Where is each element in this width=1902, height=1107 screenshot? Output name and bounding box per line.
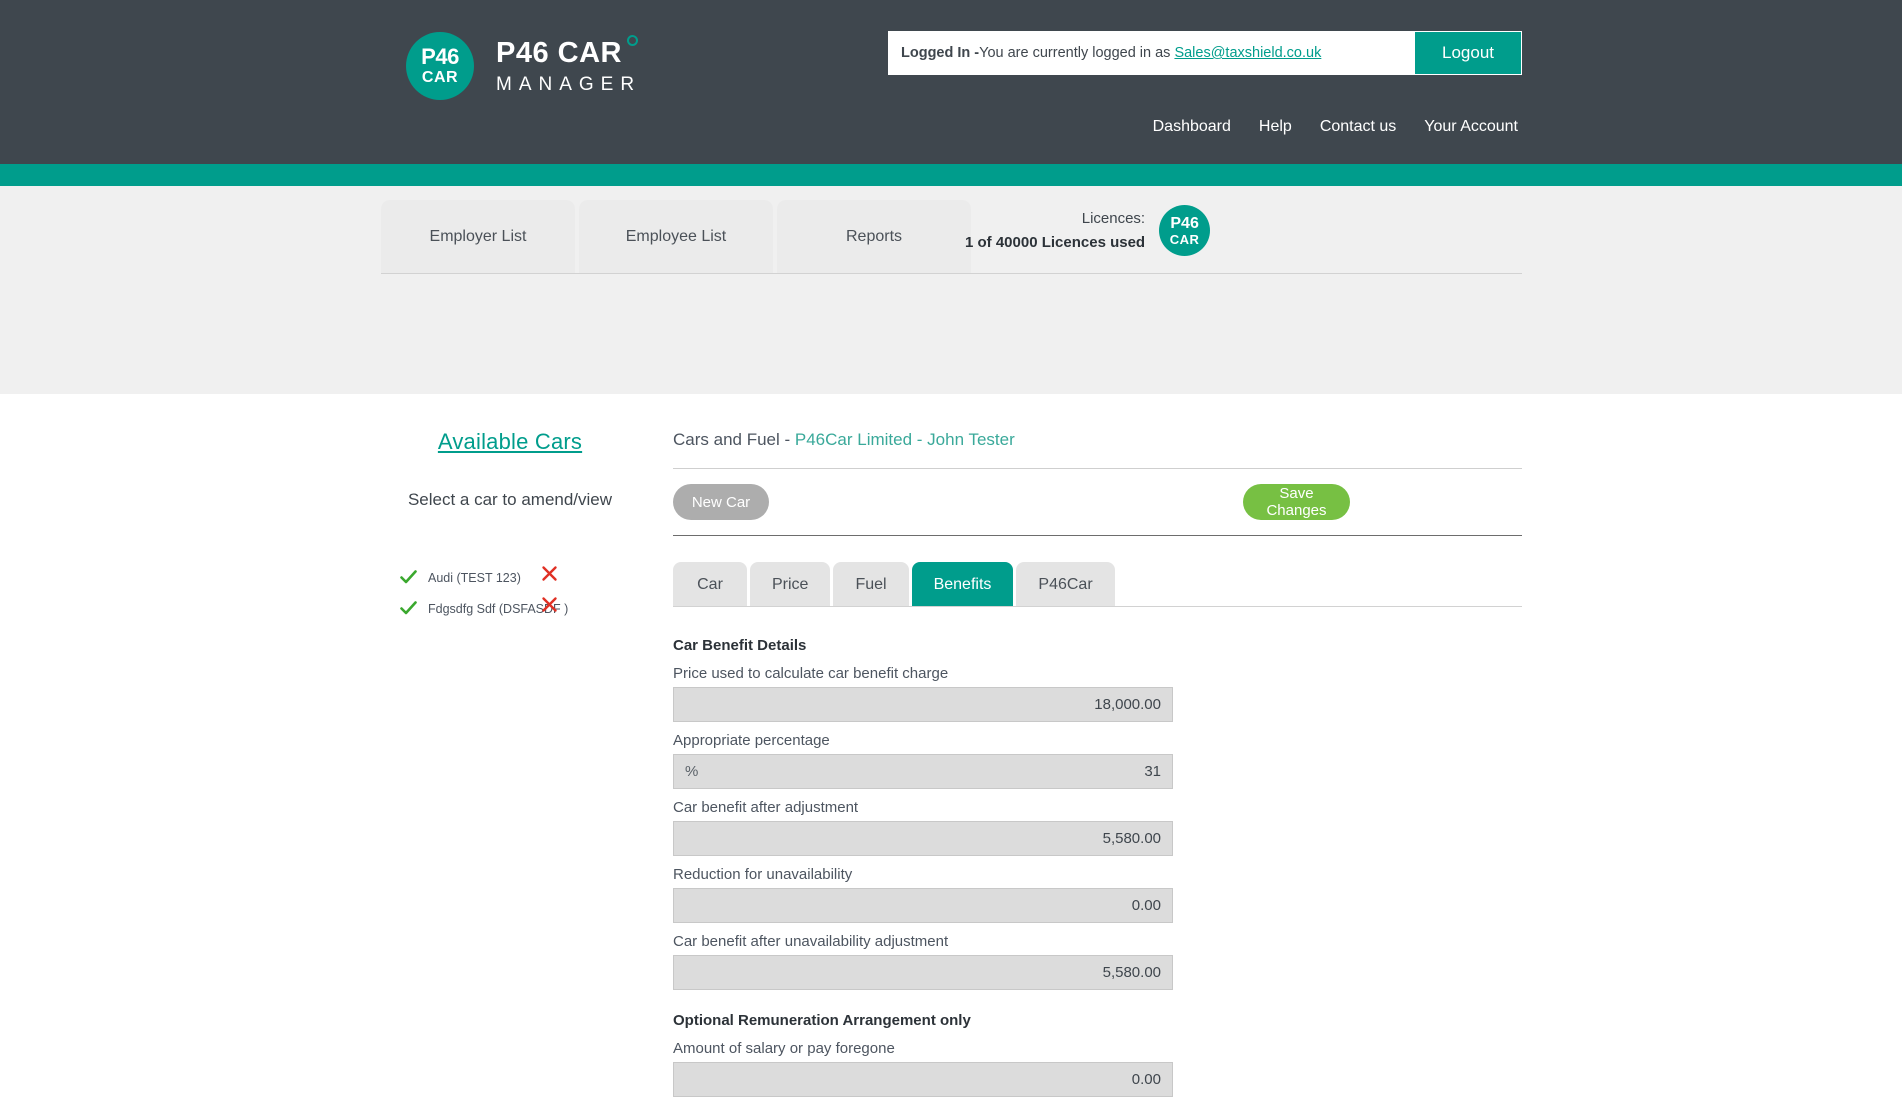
- field-value: 18,000.00: [1094, 696, 1161, 713]
- licences-badge-icon: P46 CAR: [1159, 205, 1211, 256]
- field-price-used[interactable]: 18,000.00: [673, 687, 1173, 722]
- licences-text: Licences: 1 of 40000 Licences used: [965, 207, 1145, 254]
- tab-row-underline: [673, 606, 1522, 607]
- action-button-row: New Car Save Changes: [673, 469, 1522, 535]
- secondary-nav-band: Employer List Employee List Reports Lice…: [0, 186, 1902, 512]
- tab-employee-list[interactable]: Employee List: [579, 200, 773, 273]
- breadcrumb-accent: P46Car Limited - John Tester: [794, 430, 1015, 449]
- check-icon: [400, 570, 417, 584]
- field-label-appropriate-percentage: Appropriate percentage: [673, 732, 830, 749]
- list-item[interactable]: Audi (TEST 123): [360, 562, 660, 593]
- brand-logo[interactable]: P46 CAR P46 CAR MANAGER: [406, 32, 641, 100]
- save-changes-button[interactable]: Save Changes: [1243, 484, 1350, 520]
- car-benefit-form: Car Benefit Details Price used to calcul…: [673, 607, 1522, 1097]
- nav-item-help[interactable]: Help: [1259, 118, 1292, 136]
- top-navigation: Dashboard Help Contact us Your Account: [1153, 118, 1518, 136]
- login-status-bar: Logged In - You are currently logged in …: [888, 31, 1522, 75]
- tab-price[interactable]: Price: [750, 562, 831, 607]
- login-status-label: Logged In -: [901, 45, 980, 61]
- tab-car[interactable]: Car: [673, 562, 747, 607]
- field-label-car-benefit-after-adjustment: Car benefit after adjustment: [673, 799, 859, 816]
- licences-used: 1 of 40000 Licences used: [965, 233, 1146, 251]
- field-label-car-benefit-after-unavailability: Car benefit after unavailability adjustm…: [673, 933, 949, 950]
- field-label-price-used: Price used to calculate car benefit char…: [673, 665, 949, 682]
- nav-item-dashboard[interactable]: Dashboard: [1153, 118, 1231, 136]
- delete-icon[interactable]: [541, 596, 558, 613]
- tab-benefits[interactable]: Benefits: [911, 562, 1014, 607]
- section-title-car-benefit-details: Car Benefit Details: [673, 637, 807, 654]
- nav-item-your-account[interactable]: Your Account: [1424, 118, 1518, 136]
- delete-icon[interactable]: [541, 565, 558, 582]
- available-cars-subtitle: Select a car to amend/view: [407, 490, 613, 509]
- field-car-benefit-after-adjustment[interactable]: 5,580.00: [673, 821, 1173, 856]
- field-value: 5,580.00: [1102, 964, 1161, 981]
- field-label-salary-foregone: Amount of salary or pay foregone: [673, 1040, 895, 1057]
- logo-mark-line1: P46: [421, 44, 459, 69]
- logo-mark-line2: CAR: [421, 69, 459, 86]
- field-reduction-for-unavailability[interactable]: 0.00: [673, 888, 1173, 923]
- tab-p46car[interactable]: P46Car: [1016, 562, 1115, 607]
- available-cars-sidebar: Available Cars Select a car to amend/vie…: [360, 429, 660, 624]
- car-list: Audi (TEST 123) Fdgsdfg Sdf (DSFASDF ): [360, 562, 660, 624]
- site-header: P46 CAR P46 CAR MANAGER Logged In - You …: [0, 0, 1902, 164]
- nav-item-contact-us[interactable]: Contact us: [1320, 118, 1396, 136]
- login-status-message: Logged In - You are currently logged in …: [889, 32, 1415, 74]
- new-car-button[interactable]: New Car: [673, 484, 769, 520]
- field-value: 31: [1144, 763, 1161, 780]
- field-appropriate-percentage[interactable]: % 31: [673, 754, 1173, 789]
- breadcrumb: Cars and Fuel - P46Car Limited - John Te…: [673, 394, 1522, 450]
- tab-fuel[interactable]: Fuel: [833, 562, 909, 607]
- car-name[interactable]: Audi (TEST 123): [428, 571, 521, 585]
- field-prefix-percent: %: [685, 763, 699, 780]
- content-divider-bottom: [673, 535, 1522, 536]
- primary-tab-row: Employer List Employee List Reports: [381, 200, 975, 273]
- accent-divider-bar: [0, 164, 1902, 186]
- field-value: 0.00: [1131, 897, 1161, 914]
- licences-title: Licences:: [1081, 210, 1146, 228]
- main-content-area: Available Cars Select a car to amend/vie…: [0, 394, 1902, 1097]
- licences-summary: Licences: 1 of 40000 Licences used P46 C…: [965, 205, 1211, 256]
- brand-wordmark: P46 CAR MANAGER: [496, 34, 642, 95]
- benefit-tab-row: Car Price Fuel Benefits P46Car: [673, 562, 1522, 607]
- list-item[interactable]: Fdgsdfg Sdf (DSFASDF ): [360, 593, 660, 624]
- logout-button[interactable]: Logout: [1415, 32, 1521, 74]
- degree-circle-icon: [627, 34, 638, 46]
- section-title-optional-remuneration: Optional Remuneration Arrangement only: [673, 1012, 971, 1029]
- login-status-text: You are currently logged in as: [979, 45, 1171, 61]
- licences-badge-line2: CAR: [1169, 231, 1200, 247]
- field-label-reduction-for-unavailability: Reduction for unavailability: [673, 866, 853, 883]
- tab-reports[interactable]: Reports: [777, 200, 971, 273]
- band-divider: [381, 273, 1522, 274]
- p46car-logo-icon: P46 CAR: [406, 32, 474, 100]
- cars-and-fuel-panel: Cars and Fuel - P46Car Limited - John Te…: [673, 394, 1522, 1107]
- field-car-benefit-after-unavailability[interactable]: 5,580.00: [673, 955, 1173, 990]
- field-value: 5,580.00: [1102, 830, 1161, 847]
- tab-employer-list[interactable]: Employer List: [381, 200, 575, 273]
- breadcrumb-main: Cars and Fuel -: [673, 430, 795, 449]
- logged-in-email[interactable]: Sales@taxshield.co.uk: [1174, 45, 1321, 61]
- check-icon: [400, 601, 417, 615]
- licences-badge-line1: P46: [1170, 214, 1199, 232]
- brand-wordmark-bottom: MANAGER: [496, 73, 642, 95]
- available-cars-title[interactable]: Available Cars: [360, 429, 660, 455]
- brand-wordmark-top: P46 CAR: [496, 34, 638, 69]
- brand-wordmark-top-text: P46 CAR: [496, 36, 622, 69]
